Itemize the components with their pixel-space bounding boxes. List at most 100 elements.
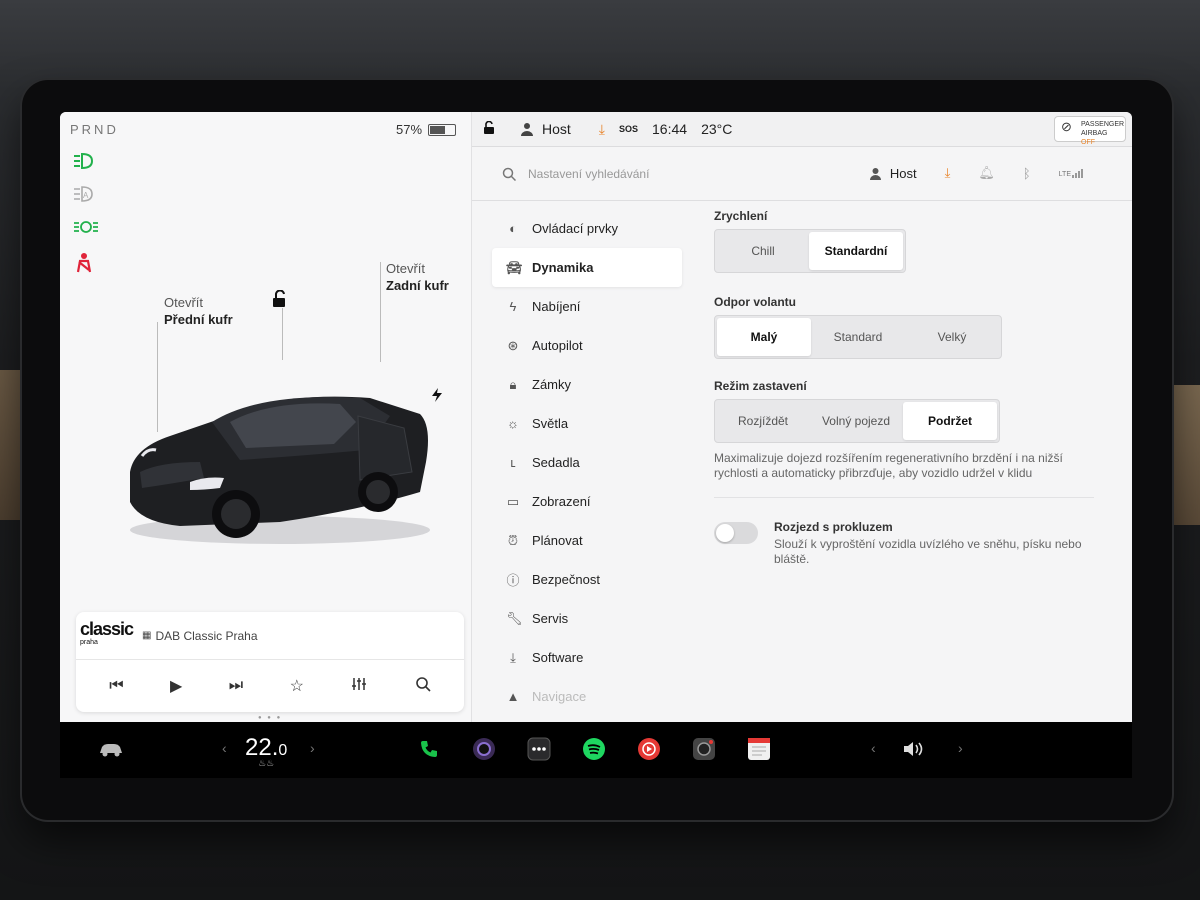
settings-menu-label: Zobrazení	[532, 494, 591, 509]
phone-icon[interactable]	[416, 736, 442, 762]
car-icon[interactable]	[98, 736, 124, 762]
stopping-mode-description: Maximalizuje dojezd rozšířením regenerat…	[714, 451, 1063, 480]
media-now-playing[interactable]: classic praha ▦ DAB Classic Praha	[76, 612, 464, 660]
settings-menu-label: Autopilot	[532, 338, 583, 353]
slip-start-toggle[interactable]	[714, 522, 758, 544]
bottom-dock: ‹ 22.0 ♨♨ › ‹ ›	[60, 722, 1132, 778]
temp-up-icon[interactable]: ›	[310, 740, 315, 756]
settings-menu-item[interactable]: 🚘︎ Dynamika	[492, 248, 682, 287]
slip-start-row: Rozjezd s prokluzem Slouží k vyproštění …	[714, 512, 1094, 582]
settings-menu-item[interactable]: ʟ Sedadla	[492, 443, 682, 482]
more-icon[interactable]	[526, 736, 552, 762]
volume-icon[interactable]	[902, 736, 928, 762]
steering-wheel-icon: ⊛	[507, 337, 519, 353]
settings-menu-item[interactable]: ◐ Ovládací prvky	[492, 209, 682, 248]
volume-up-icon[interactable]: ›	[958, 740, 963, 756]
clock: 16:44	[652, 121, 688, 137]
settings-menu-item[interactable]: ϟ Nabíjení	[492, 287, 682, 326]
rear-trunk-leader-line	[380, 262, 381, 362]
equalizer-icon[interactable]	[350, 676, 368, 697]
settings-menu-label: Nabíjení	[532, 299, 581, 314]
seat-icon: ʟ	[510, 455, 516, 470]
sos-icon[interactable]: SOS	[619, 124, 638, 134]
bell-icon[interactable]: 🔔︎	[978, 165, 995, 181]
settings-user-name: Host	[889, 165, 917, 181]
signal-icon: LTE	[1059, 168, 1084, 178]
settings-menu-label: Ovládací prvky	[532, 221, 618, 236]
settings-menu-label: Sedadla	[532, 455, 580, 470]
parking-lights-icon	[72, 218, 100, 241]
segment-option[interactable]: Chill	[717, 232, 809, 270]
display-icon: ▭	[506, 493, 520, 509]
airbag-icon: ⊘	[1061, 119, 1072, 134]
bluetooth-icon[interactable]: ᛒ	[1023, 166, 1031, 181]
user-name: Host	[542, 121, 571, 137]
car-icon: 🚘︎	[506, 259, 523, 275]
settings-menu-item[interactable]: ▲ Navigace	[492, 677, 682, 716]
settings-user[interactable]: Host	[869, 166, 917, 181]
station-logo: classic praha	[80, 620, 142, 650]
volume-down-icon[interactable]: ‹	[871, 740, 876, 756]
segment-option[interactable]: Podržet	[903, 402, 997, 440]
settings-menu-item[interactable]: ⏰︎ Plánovat	[492, 521, 682, 560]
settings-menu-label: Servis	[532, 611, 569, 626]
settings-menu-label: Plánovat	[532, 533, 583, 548]
next-icon[interactable]: ⏭	[229, 677, 243, 695]
settings-menu-item[interactable]: ☼ Světla	[492, 404, 682, 443]
segment-option[interactable]: Malý	[717, 318, 811, 356]
camera-icon[interactable]	[471, 736, 497, 762]
settings-menu-item[interactable]: 🔒︎ Zámky	[492, 365, 682, 404]
gear-indicator: PRND	[70, 122, 119, 137]
settings-menu-label: Světla	[532, 416, 569, 431]
airbag-line2: AIRBAG	[1081, 130, 1108, 137]
segment-option[interactable]: Standardní	[809, 232, 903, 270]
temp-down-icon[interactable]: ‹	[222, 740, 227, 756]
settings-menu: ◐ Ovládací prvky 🚘︎ Dynamika ϟ Nabíjení ⊛ Autop…	[492, 209, 682, 716]
download-icon: ⤓	[510, 649, 516, 665]
settings-menu-item[interactable]: ⊛ Autopilot	[492, 326, 682, 365]
sun-icon: ☼	[507, 416, 519, 431]
unlocked-icon[interactable]	[270, 289, 288, 313]
youtube-music-icon[interactable]	[636, 736, 662, 762]
segment-option[interactable]: Velký	[905, 318, 999, 356]
unlocked-status-icon[interactable]	[482, 120, 496, 138]
spotify-icon[interactable]	[581, 736, 607, 762]
software-update-icon[interactable]: ⤓	[599, 121, 605, 138]
seatbelt-warning-icon	[72, 252, 94, 279]
favorite-icon[interactable]: ☆	[290, 676, 304, 696]
settings-menu-item[interactable]: ⤓ Software	[492, 638, 682, 677]
settings-panel: Nastavení vyhledávání Host ⤓ 🔔︎ ᛒ LTE ◐ O…	[472, 146, 1132, 722]
settings-search[interactable]: Nastavení vyhledávání Host ⤓ 🔔︎ ᛒ LTE	[472, 147, 1132, 201]
play-icon[interactable]: ▶	[170, 676, 182, 696]
rear-trunk-control[interactable]: Otevřít Zadní kufr	[386, 260, 449, 294]
user-profile[interactable]: Host	[520, 121, 571, 137]
search-icon	[502, 167, 516, 181]
slip-start-description: Slouží k vyproštění vozidla uvízlého ve …	[774, 537, 1082, 566]
segment-option[interactable]: Volný pojezd	[809, 402, 903, 440]
cabin-temperature[interactable]: 22.0 ♨♨	[245, 734, 287, 769]
stopping-mode-label: Režim zastavení	[714, 379, 807, 393]
segment-option[interactable]: Rozjíždět	[717, 402, 809, 440]
temp-dec: 0	[278, 742, 288, 759]
settings-menu-item[interactable]: ▭ Zobrazení	[492, 482, 682, 521]
temp-int: 22.	[245, 734, 279, 761]
steering-label: Odpor volantu	[714, 295, 796, 309]
auto-highbeam-icon: A	[72, 185, 96, 208]
settings-header-icons: Host ⤓ 🔔︎ ᛒ LTE	[869, 165, 1084, 181]
segment-option[interactable]: Standard	[811, 318, 905, 356]
media-player[interactable]: classic praha ▦ DAB Classic Praha ⏮ ▶ ⏭ …	[76, 612, 464, 712]
prev-icon[interactable]: ⏮	[109, 677, 123, 695]
dynamics-settings: Zrychlení Chill Standardní Odpor volantu …	[714, 209, 1094, 582]
calendar-icon[interactable]	[746, 736, 772, 762]
search-icon[interactable]	[415, 676, 431, 697]
station-name: DAB Classic Praha	[155, 628, 258, 643]
alarm-clock-icon: ⏰︎	[507, 532, 519, 548]
user-icon	[521, 123, 533, 136]
search-placeholder[interactable]: Nastavení vyhledávání	[528, 167, 649, 181]
settings-menu-item[interactable]: 🔧︎ Servis	[492, 599, 682, 638]
download-icon[interactable]: ⤓	[945, 165, 951, 181]
settings-menu-item[interactable]: ⓘ Bezpečnost	[492, 560, 682, 599]
front-trunk-control[interactable]: Otevřít Přední kufr	[164, 294, 233, 328]
slip-start-text: Rozjezd s prokluzem Slouží k vyproštění …	[774, 520, 1084, 567]
dashcam-icon[interactable]	[691, 736, 717, 762]
